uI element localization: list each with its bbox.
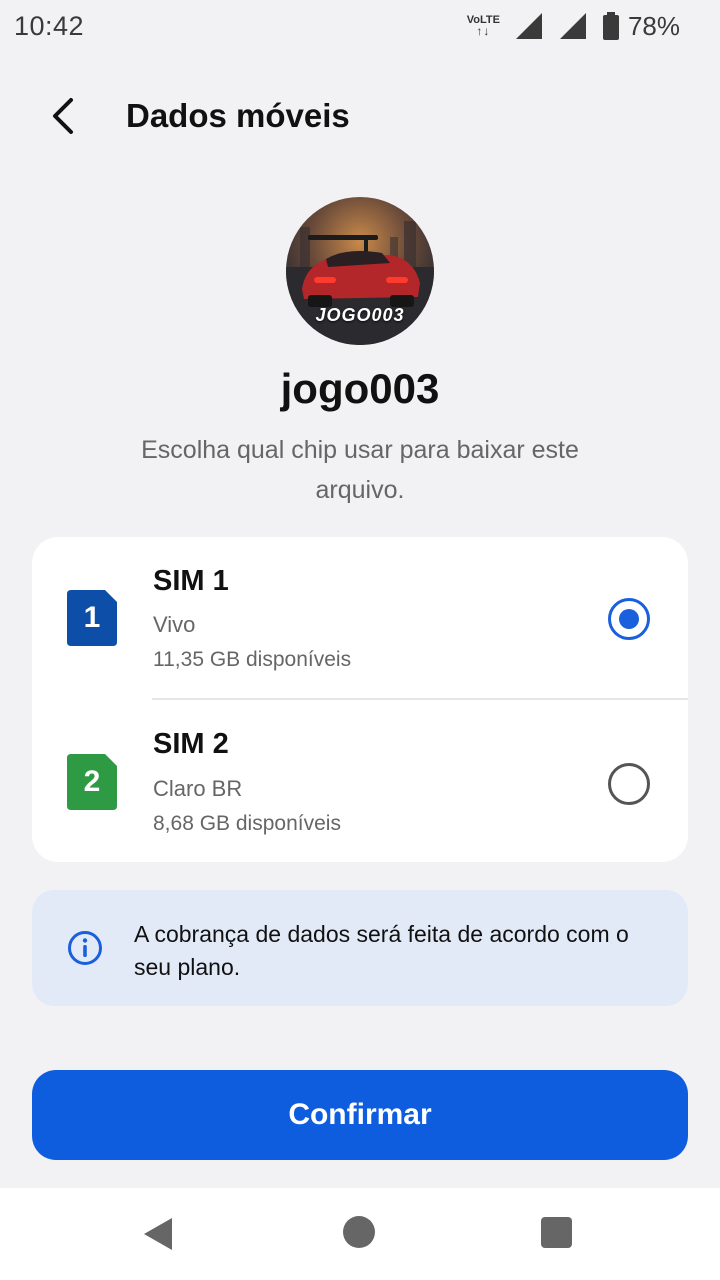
file-name: jogo003	[280, 365, 440, 412]
sim-name: SIM 1	[153, 565, 229, 597]
volte-arrows: ↑↓	[476, 24, 491, 38]
app-bar: Dados móveis	[0, 80, 720, 152]
status-icons: VoLTE ↑↓ 78%	[467, 11, 680, 42]
download-prompt: Escolha qual chip usar para baixar este …	[141, 436, 579, 504]
sim-option-1[interactable]: 1 SIM 1 Vivo 11,35 GB disponíveis	[32, 537, 688, 699]
volte-icon: VoLTE ↑↓	[467, 15, 500, 38]
signal-sim2-icon	[559, 13, 586, 39]
sim-selection-card: 1 SIM 1 Vivo 11,35 GB disponíveis 2 SIM …	[32, 537, 688, 862]
back-button[interactable]	[34, 86, 94, 146]
sim-data-available: 8,68 GB disponíveis	[153, 812, 341, 835]
radio-button-selected[interactable]	[608, 598, 650, 640]
battery: 78%	[602, 11, 680, 42]
sim-carrier: Vivo	[153, 612, 196, 637]
status-time: 10:42	[14, 10, 85, 41]
status-bar: 10:42 VoLTE ↑↓ 78%	[0, 0, 720, 52]
sim-name: SIM 2	[153, 728, 229, 760]
page-title: Dados móveis	[126, 97, 350, 134]
info-icon	[68, 931, 102, 965]
nav-recents-icon[interactable]	[541, 1217, 572, 1248]
info-text: A cobrança de dados será feita de acordo…	[134, 921, 629, 980]
sim-card-icon: 2	[67, 754, 117, 810]
sim-card-icon: 1	[67, 590, 117, 646]
battery-icon	[602, 12, 619, 40]
info-notice: A cobrança de dados será feita de acordo…	[32, 890, 688, 1006]
nav-home-icon[interactable]	[343, 1216, 375, 1248]
sim-number: 1	[83, 601, 101, 634]
sim-option-2[interactable]: 2 SIM 2 Claro BR 8,68 GB disponíveis	[32, 700, 688, 862]
sim-data-available: 11,35 GB disponíveis	[153, 648, 352, 671]
chevron-left-icon	[53, 98, 73, 134]
confirm-button[interactable]: Confirmar	[32, 1070, 688, 1160]
nav-back-icon[interactable]	[140, 1214, 180, 1254]
navigation-bar	[0, 1188, 720, 1280]
sim-carrier: Claro BR	[153, 776, 243, 801]
battery-percent: 78%	[627, 10, 680, 41]
sim-number: 2	[83, 765, 101, 798]
radio-button-unselected[interactable]	[608, 763, 650, 805]
signal-sim1-icon	[515, 13, 542, 39]
avatar-caption: JOGO003	[315, 305, 405, 325]
file-avatar: JOGO003	[286, 197, 434, 345]
